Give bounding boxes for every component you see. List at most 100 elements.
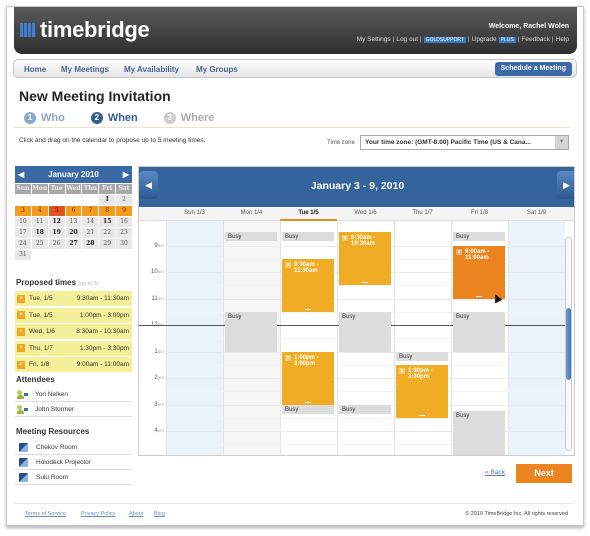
mini-calendar-day[interactable]: 12 [48, 217, 65, 227]
calendar-scrollbar[interactable] [565, 237, 572, 451]
proposed-time-item[interactable]: × Thu, 1/7 1:30pm - 3:30pm [15, 340, 132, 356]
mini-calendar-day[interactable]: 4 [31, 206, 48, 216]
day-header[interactable]: Fri 1/8 [451, 210, 508, 216]
mini-calendar-day[interactable]: 26 [48, 239, 65, 249]
logo[interactable]: timebridge [20, 17, 150, 43]
mini-calendar-day[interactable]: 31 [15, 250, 31, 260]
mini-calendar-day[interactable]: 19 [48, 228, 65, 238]
busy-block: Busy [282, 404, 334, 414]
mini-calendar-day[interactable]: 18 [31, 228, 48, 238]
remove-icon[interactable]: × [17, 327, 25, 336]
hour-number: 10 [151, 269, 158, 276]
upgrade-link[interactable]: Upgrade [472, 36, 497, 43]
mini-calendar-day[interactable]: 17 [15, 228, 31, 238]
dow-label: Thu [82, 184, 99, 194]
mini-calendar-day[interactable]: 21 [82, 228, 99, 238]
proposed-event[interactable]: 1:30pm - 3:30pm [396, 364, 448, 418]
hour-line [166, 298, 566, 300]
day-header[interactable]: Sun 1/3 [166, 210, 223, 216]
step-when: 2 When [90, 112, 138, 124]
busy-block: Busy [225, 311, 277, 352]
footer-blog-link[interactable]: Blog [154, 511, 165, 517]
nav-my-groups[interactable]: My Groups [196, 65, 238, 74]
proposed-time-item[interactable]: × Tue, 1/5 1:00pm - 3:00pm [15, 307, 132, 323]
mini-calendar-day[interactable]: 30 [116, 239, 132, 249]
remove-icon[interactable]: × [17, 360, 25, 369]
mini-calendar-day[interactable]: 22 [99, 228, 116, 238]
footer-about-link[interactable]: About [129, 511, 143, 517]
mini-calendar-day[interactable]: 23 [116, 228, 132, 238]
resource-item[interactable]: Chekov Room [15, 440, 132, 455]
mini-calendar-grid: Sun Mon Tue Wed Thu Fri Sat 1 2 3 4 5 6 7 8 9 10 11 12 13 14… [15, 184, 132, 260]
mini-calendar-day[interactable]: 6 [65, 206, 82, 216]
gold-support-badge[interactable]: GOLDSUPPORT [423, 36, 466, 43]
mini-calendar-day[interactable]: 11 [31, 217, 48, 227]
nav-home[interactable]: Home [24, 65, 46, 74]
day-header[interactable]: Tue 1/5 [280, 210, 337, 221]
empty-cell [99, 250, 115, 260]
day-header[interactable]: Mon 1/4 [223, 210, 280, 216]
dow-label: Wed [65, 184, 82, 194]
day-header[interactable]: Thu 1/7 [394, 210, 451, 216]
mini-calendar-day[interactable]: 15 [99, 217, 116, 227]
half-hour-line [166, 444, 566, 446]
mini-calendar-day[interactable]: 25 [31, 239, 48, 249]
remove-icon[interactable]: × [17, 294, 25, 303]
attendee-item[interactable]: Yori Nelken [15, 387, 132, 402]
proposed-event[interactable]: 8:30am - 10:30am [339, 232, 391, 286]
day-header[interactable]: Wed 1/6 [337, 210, 394, 216]
resource-item[interactable]: Sulu Room [15, 470, 132, 485]
schedule-meeting-button[interactable]: Schedule a Meeting [494, 62, 572, 76]
mini-calendar-day[interactable]: 20 [65, 228, 82, 238]
attendees-list: Yori Nelken John Stormer [15, 387, 132, 417]
next-week-button[interactable]: ▶ [557, 171, 574, 199]
calendar-grid[interactable]: 9am10am11am12pm1pm2pm3pm4pm5pmBusyBusyBu… [139, 221, 566, 455]
my-settings-link[interactable]: My Settings [357, 36, 391, 43]
mini-calendar-day[interactable]: 14 [82, 217, 99, 227]
prev-month-icon[interactable]: ◀ [18, 166, 24, 183]
mini-calendar-day[interactable]: 16 [116, 217, 132, 227]
mini-calendar-day[interactable]: 3 [15, 206, 31, 216]
feedback-link[interactable]: Feedback [521, 36, 550, 43]
proposed-event[interactable]: 1:00pm - 3:00pm [282, 351, 334, 405]
plus-badge[interactable]: PLUS [498, 36, 516, 43]
proposed-event[interactable]: 9:00am - 11:00am [453, 245, 505, 299]
proposed-time-item[interactable]: × Wed, 1/6 8:30am - 10:30am [15, 324, 132, 339]
resource-item[interactable]: Holodeck Projector [15, 455, 132, 470]
chevron-down-icon[interactable]: ▼ [555, 136, 568, 149]
proposed-event[interactable]: 9:30am - 11:30am [282, 258, 334, 312]
timezone-select[interactable]: Your time zone: (GMT-8:00) Pacific Time … [360, 135, 569, 150]
mini-calendar-day[interactable]: 7 [82, 206, 99, 216]
attendee-item[interactable]: John Stormer [15, 402, 132, 417]
nav-my-availability[interactable]: My Availability [124, 65, 179, 74]
step-who[interactable]: 1 Who [24, 112, 65, 124]
mini-calendar-day[interactable]: 8 [99, 206, 116, 216]
hour-ampm: am [157, 295, 164, 301]
footer-terms-link[interactable]: Terms of Service [25, 511, 66, 517]
next-button[interactable]: Next [516, 464, 572, 483]
mini-calendar-day[interactable]: 24 [15, 239, 31, 249]
back-link[interactable]: « Back [485, 469, 505, 476]
proposed-time-item[interactable]: × Fri, 1/8 9:00am - 11:00am [15, 357, 132, 372]
logout-link[interactable]: Log out [396, 36, 418, 43]
next-month-icon[interactable]: ▶ [123, 166, 129, 183]
mini-calendar-day[interactable]: 28 [82, 239, 99, 249]
mini-calendar-day[interactable]: 5 [48, 206, 65, 216]
mini-calendar-day[interactable]: 27 [65, 239, 82, 249]
mini-calendar-day[interactable]: 13 [65, 217, 82, 227]
day-header[interactable]: Sat 1/9 [508, 210, 565, 216]
remove-icon[interactable]: × [17, 344, 25, 352]
nav-my-meetings[interactable]: My Meetings [61, 65, 109, 74]
attendee-name: John Stormer [35, 405, 75, 413]
proposed-time-item[interactable]: × Tue, 1/5 9:30am - 11:30am [15, 291, 132, 306]
mini-calendar-day[interactable]: 10 [15, 217, 31, 227]
footer-privacy-link[interactable]: Privacy Policy [81, 511, 115, 517]
mini-calendar-day[interactable]: 2 [116, 195, 132, 205]
step-number: 1 [24, 112, 36, 124]
help-link[interactable]: Help [556, 36, 569, 43]
scrollbar-thumb[interactable] [566, 308, 571, 380]
mini-calendar-day[interactable]: 9 [116, 206, 132, 216]
mini-calendar-day[interactable]: 1 [99, 195, 116, 205]
mini-calendar-day[interactable]: 29 [99, 239, 116, 249]
remove-icon[interactable]: × [17, 311, 25, 319]
